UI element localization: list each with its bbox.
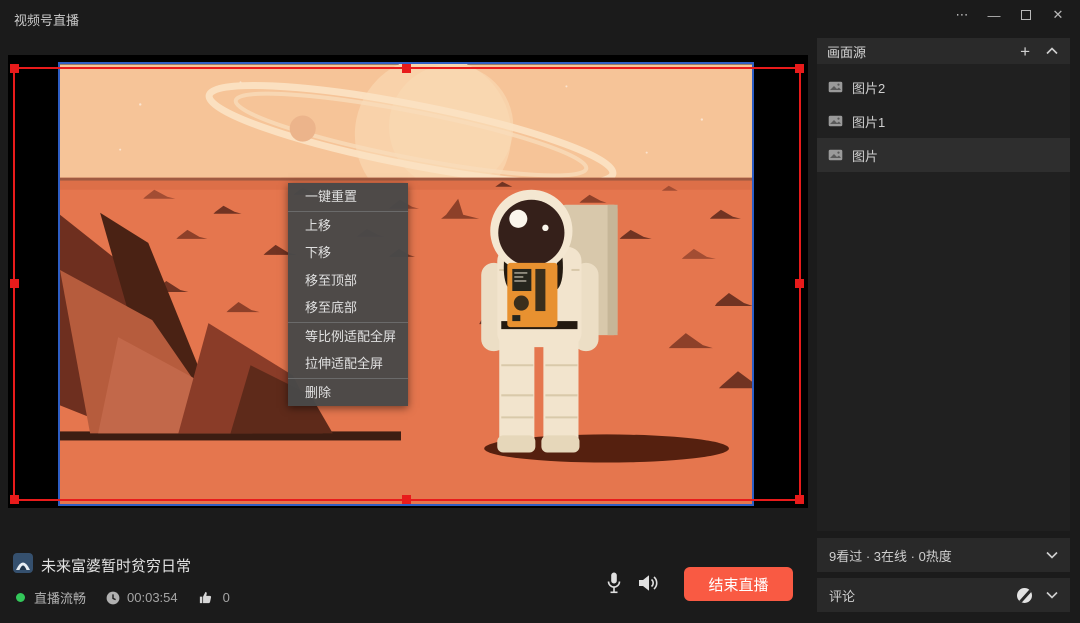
minimize-icon[interactable]: —	[982, 5, 1006, 25]
menu-item-move-up[interactable]: 上移	[288, 212, 408, 240]
image-icon	[828, 115, 843, 127]
resize-handle-bottom-left[interactable]	[10, 495, 19, 504]
resize-handle-top-left[interactable]	[10, 64, 19, 73]
resize-handle-middle-left[interactable]	[10, 279, 19, 288]
clock-icon	[106, 591, 120, 604]
image-icon	[828, 149, 843, 161]
resize-handle-top-middle[interactable]	[402, 64, 411, 73]
microphone-icon[interactable]	[601, 570, 627, 596]
menu-item-fit-proportional[interactable]: 等比例适配全屏	[288, 323, 408, 351]
resize-handle-bottom-middle[interactable]	[402, 495, 411, 504]
source-item-image[interactable]: 图片	[817, 138, 1070, 172]
menu-item-delete[interactable]: 删除	[288, 379, 408, 407]
like-count: 0	[222, 590, 230, 605]
audience-stats-text: 9看过 · 3在线 · 0热度	[829, 548, 952, 564]
window-title: 视频号直播	[14, 13, 80, 28]
comment-mute-icon[interactable]	[1017, 587, 1032, 603]
source-panel-title: 画面源	[827, 44, 867, 60]
chevron-down-icon[interactable]	[1046, 591, 1058, 599]
context-menu: 一键重置 上移 下移 移至顶部 移至底部 等比例适配全屏 拉伸适配全屏 删除	[288, 183, 408, 406]
stream-duration: 00:03:54	[127, 590, 178, 605]
menu-item-fit-stretch[interactable]: 拉伸适配全屏	[288, 350, 408, 378]
source-panel: 画面源 + 图片2 图片1 图片	[817, 38, 1070, 531]
speaker-icon[interactable]	[635, 570, 663, 596]
thumb-up-icon	[199, 591, 211, 604]
stream-status-row: 直播流畅 00:03:54 0	[16, 588, 230, 607]
stream-health-text: 直播流畅	[34, 591, 87, 606]
menu-item-move-top[interactable]: 移至顶部	[288, 267, 408, 295]
end-live-button[interactable]: 结束直播	[684, 567, 793, 601]
comment-panel[interactable]: 评论	[817, 578, 1070, 612]
menu-item-move-down[interactable]: 下移	[288, 239, 408, 267]
image-icon	[828, 81, 843, 93]
live-status-dot	[16, 593, 25, 602]
menu-item-reset[interactable]: 一键重置	[288, 183, 408, 211]
live-studio-window: { "window": { "title": "视频号直播", "control…	[0, 0, 1080, 623]
streamer-avatar	[13, 553, 33, 573]
window-controls: ⋯ — ✕	[950, 4, 1070, 26]
stream-title: 未来富婆暂时贫穷日常	[41, 558, 192, 575]
audience-stats-panel[interactable]: 9看过 · 3在线 · 0热度	[817, 538, 1070, 572]
close-icon[interactable]: ✕	[1046, 5, 1070, 25]
menu-item-move-bottom[interactable]: 移至底部	[288, 294, 408, 322]
resize-handle-bottom-right[interactable]	[795, 495, 804, 504]
chevron-down-icon[interactable]	[1046, 551, 1058, 559]
more-icon[interactable]: ⋯	[950, 5, 974, 25]
source-item-image2[interactable]: 图片2	[817, 70, 1070, 104]
resize-handle-top-right[interactable]	[795, 64, 804, 73]
source-item-image1[interactable]: 图片1	[817, 104, 1070, 138]
comment-panel-label: 评论	[829, 588, 856, 604]
source-panel-header: 画面源 +	[817, 38, 1070, 64]
chevron-up-icon[interactable]	[1046, 47, 1058, 55]
preview-canvas[interactable]	[8, 55, 808, 508]
resize-handle-middle-right[interactable]	[795, 279, 804, 288]
add-source-icon[interactable]: +	[1020, 43, 1030, 60]
maximize-icon[interactable]	[1014, 5, 1038, 25]
